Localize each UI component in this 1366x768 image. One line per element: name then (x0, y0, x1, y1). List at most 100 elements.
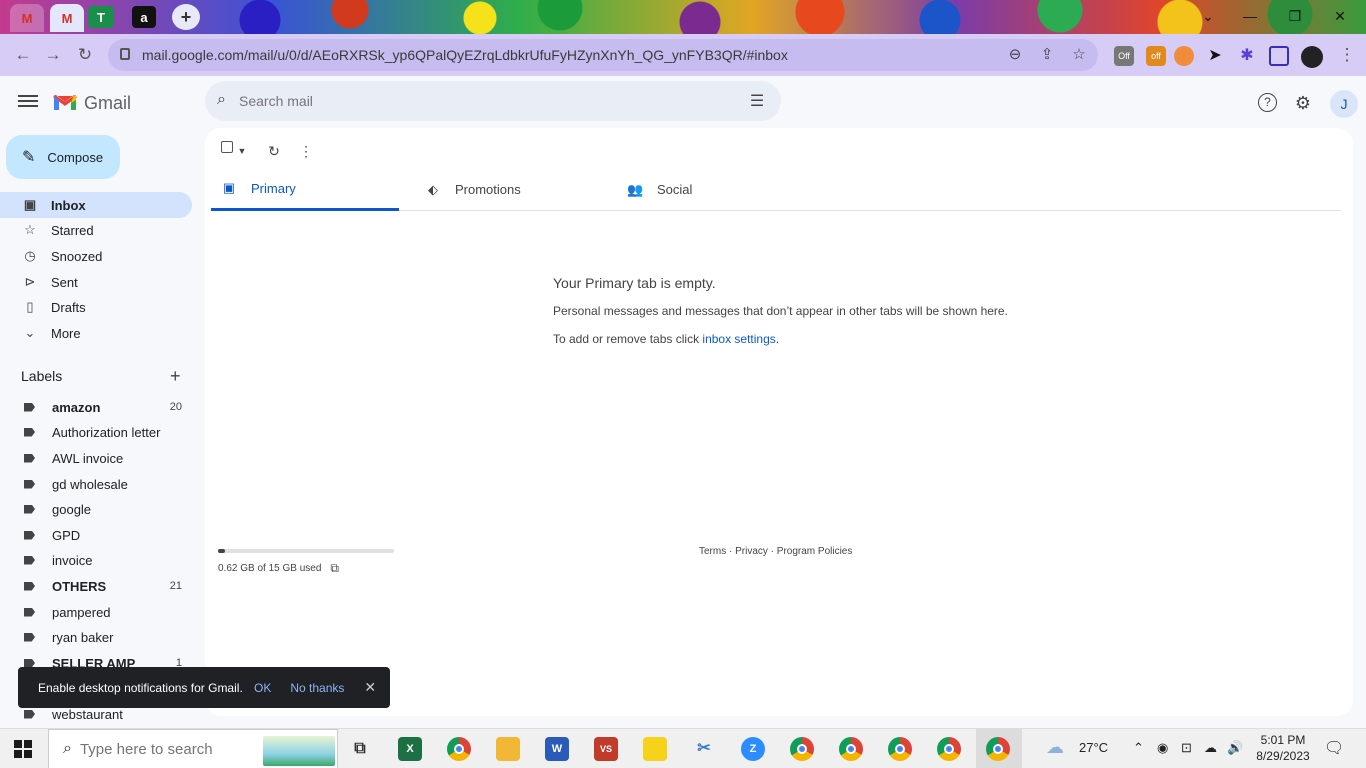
label-item-pampered[interactable]: pampered (0, 600, 192, 624)
chrome-profile-5-icon[interactable] (986, 737, 1010, 761)
browser-tab-gmail-active[interactable]: M (50, 4, 84, 32)
system-clock[interactable]: 5:01 PM 8/29/2023 (1250, 732, 1316, 764)
weather-temperature[interactable]: 27°C (1079, 740, 1108, 755)
search-bar[interactable]: ⌕ ☰ (205, 81, 781, 121)
volume-icon[interactable]: 🔊 (1227, 740, 1243, 756)
browser-tab-amazon[interactable]: a (132, 6, 156, 28)
sidebar-item-snoozed[interactable]: ◷ Snoozed (0, 243, 192, 269)
labels-heading: Labels (21, 368, 63, 384)
tag-icon: ⬖ (428, 181, 438, 197)
zoom-icon[interactable]: ⊖ (1006, 46, 1024, 64)
more-options-icon[interactable]: ⋮ (295, 140, 317, 162)
new-tab-button[interactable]: + (172, 4, 200, 30)
account-avatar[interactable]: J (1330, 90, 1358, 118)
empty-state-title: Your Primary tab is empty. (553, 275, 716, 291)
add-label-icon[interactable]: + (170, 366, 181, 387)
address-bar[interactable]: mail.google.com/mail/u/0/d/AEoRXRSk_yp6Q… (108, 39, 1098, 71)
main-menu-icon[interactable] (18, 92, 38, 112)
label-item-amazon[interactable]: amazon 20 (0, 395, 192, 419)
tab-social[interactable]: 👥 Social (617, 168, 805, 211)
search-input[interactable] (239, 89, 719, 113)
sidebar-item-sent[interactable]: ⊳ Sent (0, 269, 192, 295)
label-item-awl-invoice[interactable]: AWL invoice (0, 446, 192, 470)
label-item-gd-wholesale[interactable]: gd wholesale (0, 472, 192, 496)
reload-icon[interactable]: ↻ (74, 44, 96, 66)
side-panel-icon[interactable] (1269, 46, 1289, 66)
chrome-profile-1-icon[interactable] (790, 737, 814, 761)
extension-cursor-icon[interactable]: ➤ (1205, 46, 1225, 66)
sidebar-item-inbox[interactable]: ▣ Inbox (0, 192, 192, 218)
label-tag-icon (24, 581, 35, 591)
label-item-invoice[interactable]: invoice (0, 548, 192, 572)
sidebar-item-drafts[interactable]: ▯ Drafts (0, 294, 192, 320)
lock-icon[interactable] (120, 48, 130, 60)
sidebar-item-more[interactable]: ⌄ More (0, 320, 192, 346)
storage-text: 0.62 GB of 15 GB used (218, 563, 322, 574)
profile-globe-icon[interactable] (1301, 46, 1323, 68)
minimize-button[interactable]: — (1240, 6, 1260, 26)
chrome-profile-3-icon[interactable] (888, 737, 912, 761)
settings-gear-icon[interactable]: ⚙ (1292, 92, 1314, 114)
search-options-icon[interactable]: ☰ (747, 91, 767, 111)
toast-no-thanks-button[interactable]: No thanks (290, 681, 344, 695)
url-text[interactable]: mail.google.com/mail/u/0/d/AEoRXRSk_yp6Q… (142, 47, 788, 63)
browser-menu-icon[interactable]: ⋮ (1336, 44, 1358, 66)
taskbar-search[interactable]: ⌕ (48, 729, 338, 768)
weather-cloud-icon[interactable]: ☁ (1046, 737, 1064, 758)
tray-record-icon[interactable]: ◉ (1157, 740, 1168, 756)
gmail-logo-icon[interactable] (52, 92, 78, 112)
extensions-puzzle-icon[interactable]: ✱ (1237, 46, 1257, 66)
compose-button[interactable]: ✎ Compose (6, 135, 120, 179)
tray-overflow-icon[interactable]: ⌃ (1133, 740, 1144, 756)
vs-app-icon[interactable]: VS (594, 737, 618, 761)
extension-off-orange-icon[interactable]: off (1146, 46, 1166, 66)
notification-center-icon[interactable]: 🗨 (1324, 738, 1344, 758)
tab-search-icon[interactable]: ⌄ (1198, 6, 1218, 26)
open-external-icon[interactable]: ⧉ (330, 561, 339, 576)
windows-start-icon[interactable] (14, 740, 32, 758)
browser-tab-gmail-1[interactable]: M (10, 4, 44, 32)
settings-hint-period: . (775, 332, 780, 346)
share-icon[interactable]: ⇪ (1038, 46, 1056, 64)
label-item-authorization-letter[interactable]: Authorization letter (0, 420, 192, 444)
sidebar-item-starred[interactable]: ☆ Starred (0, 217, 192, 243)
toast-close-icon[interactable]: ✕ (364, 679, 376, 696)
snipping-icon[interactable]: ✂ (692, 737, 716, 761)
excel-icon[interactable]: X (398, 737, 422, 761)
select-all-checkbox[interactable] (221, 141, 233, 153)
word-icon[interactable]: W (545, 737, 569, 761)
browser-tab-strip: M M T a + ⌄ — ❐ ✕ (0, 0, 1366, 34)
tab-primary[interactable]: ▣ Primary (211, 168, 399, 211)
task-view-icon[interactable]: ⧉ (348, 737, 372, 761)
onedrive-cloud-icon[interactable]: ☁ (1204, 740, 1217, 756)
tray-camera-icon[interactable]: ⊡ (1181, 740, 1192, 756)
bookmark-star-icon[interactable]: ☆ (1070, 46, 1088, 64)
gmail-logo-text[interactable]: Gmail (84, 93, 131, 114)
chrome-icon[interactable] (447, 737, 471, 761)
label-item-gpd[interactable]: GPD (0, 523, 192, 547)
forward-arrow-icon[interactable]: → (42, 44, 64, 66)
chrome-profile-4-icon[interactable] (937, 737, 961, 761)
restore-button[interactable]: ❐ (1285, 6, 1305, 26)
zoom-app-icon[interactable]: Z (741, 737, 765, 761)
footer-links[interactable]: Terms · Privacy · Program Policies (699, 546, 852, 557)
refresh-icon[interactable]: ↻ (263, 140, 285, 162)
label-item-ryan-baker[interactable]: ryan baker (0, 625, 192, 649)
select-dropdown-icon[interactable]: ▼ (235, 140, 249, 162)
label-item-google[interactable]: google (0, 497, 192, 521)
search-icon[interactable]: ⌕ (217, 91, 237, 111)
sticky-notes-icon[interactable] (643, 737, 667, 761)
chrome-profile-2-icon[interactable] (839, 737, 863, 761)
close-window-button[interactable]: ✕ (1330, 6, 1350, 26)
toast-ok-button[interactable]: OK (254, 681, 271, 695)
file-explorer-icon[interactable] (496, 737, 520, 761)
inbox-settings-link[interactable]: inbox settings (702, 332, 775, 346)
taskbar-search-input[interactable] (79, 740, 230, 758)
browser-tab-sheets[interactable]: T (88, 6, 114, 28)
label-item-others[interactable]: OTHERS 21 (0, 574, 192, 598)
help-icon[interactable]: ? (1258, 93, 1277, 112)
extension-circle-icon[interactable] (1174, 46, 1194, 66)
tab-promotions[interactable]: ⬖ Promotions (415, 168, 603, 211)
back-arrow-icon[interactable]: ← (12, 44, 34, 66)
extension-off-badge-icon[interactable]: Off (1114, 46, 1134, 66)
